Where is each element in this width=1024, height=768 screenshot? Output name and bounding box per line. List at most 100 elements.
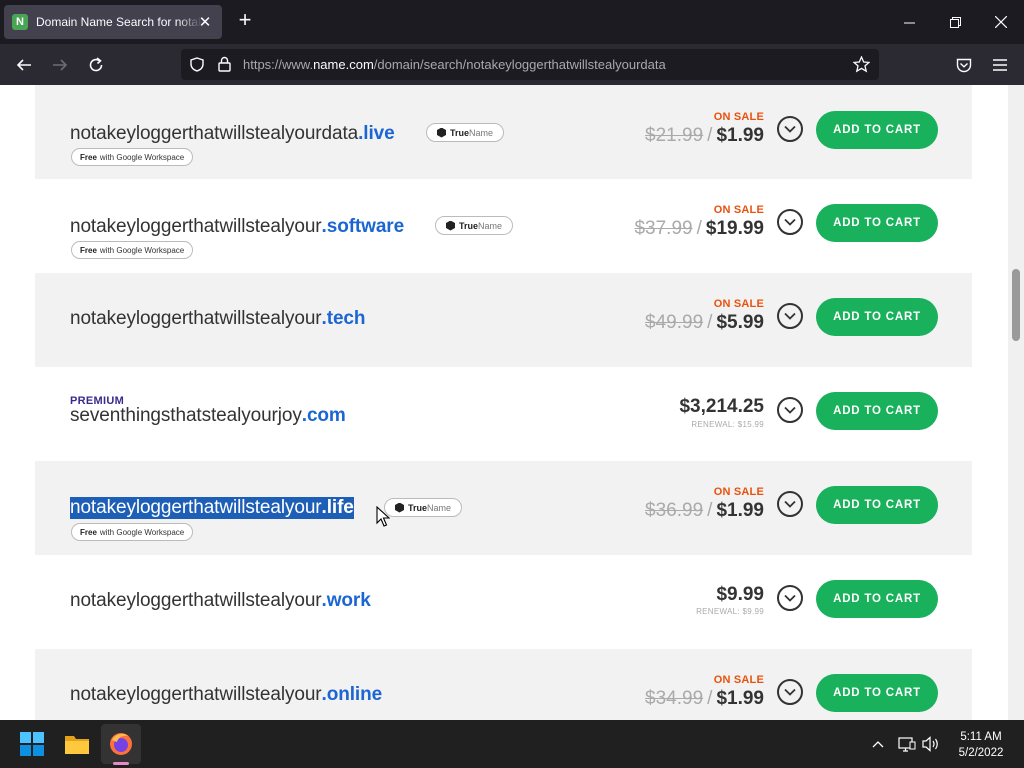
truename-label-strong: True xyxy=(450,127,470,138)
original-price: $36.99 xyxy=(645,500,704,521)
pocket-icon xyxy=(956,58,972,72)
original-price: $37.99 xyxy=(634,218,693,239)
scrollbar-thumb[interactable] xyxy=(1012,269,1020,341)
domain-name[interactable]: seventhingsthatstealyourjoy.com xyxy=(70,405,346,427)
truename-label-rest: Name xyxy=(427,502,452,513)
active-tab[interactable]: N Domain Name Search for notakeyloggerth… xyxy=(4,5,222,39)
network-button[interactable] xyxy=(895,724,919,764)
firefox-taskbar-button[interactable] xyxy=(101,724,141,765)
name-com-favicon-icon: N xyxy=(12,14,28,30)
chevron-down-icon xyxy=(784,312,796,320)
domain-result-row: notakeyloggerthatwillstealyour.tech ON S… xyxy=(35,273,972,367)
arrow-right-icon xyxy=(53,59,68,71)
domain-name[interactable]: notakeyloggerthatwillstealyour.online xyxy=(70,684,382,706)
mouse-pointer-icon xyxy=(376,506,390,527)
sale-price: $19.99 xyxy=(705,218,764,239)
price: $34.99/$1.99 xyxy=(645,688,764,709)
start-button[interactable] xyxy=(12,724,52,764)
renewal-price: RENEWAL: $9.99 xyxy=(696,607,764,616)
domain-tld: .live xyxy=(358,123,395,144)
restore-button[interactable] xyxy=(932,0,978,44)
price: $3,214.25 xyxy=(679,396,764,418)
domain-name[interactable]: notakeyloggerthatwillstealyour.tech xyxy=(70,308,366,330)
reload-icon xyxy=(89,57,103,72)
add-to-cart-button[interactable]: ADD TO CART xyxy=(816,298,938,336)
url-text[interactable]: https://www.name.com/domain/search/notak… xyxy=(243,57,666,72)
workspace-label: with Google Workspace xyxy=(99,527,185,537)
back-button[interactable] xyxy=(9,50,39,80)
expand-details-button[interactable] xyxy=(777,303,803,329)
sale-price: $5.99 xyxy=(716,312,764,333)
google-workspace-badge[interactable]: Free with Google Workspace xyxy=(71,523,194,541)
domain-name[interactable]: notakeyloggerthatwillstealyour.work xyxy=(70,590,371,612)
add-to-cart-button[interactable]: ADD TO CART xyxy=(816,111,938,149)
workspace-free-label: Free xyxy=(80,245,97,255)
price: $36.99/$1.99 xyxy=(645,500,764,521)
on-sale-label: ON SALE xyxy=(713,486,764,498)
expand-details-button[interactable] xyxy=(777,679,803,705)
price: $37.99/$19.99 xyxy=(634,218,764,239)
price: $21.99/$1.99 xyxy=(645,125,764,146)
add-to-cart-button[interactable]: ADD TO CART xyxy=(816,204,938,242)
expand-details-button[interactable] xyxy=(777,397,803,423)
google-workspace-badge[interactable]: Free with Google Workspace xyxy=(71,148,194,166)
domain-name[interactable]: notakeyloggerthatwillstealyour.software xyxy=(70,216,404,238)
domain-sld: notakeyloggerthatwillstealyour xyxy=(70,216,322,237)
add-to-cart-button[interactable]: ADD TO CART xyxy=(816,392,938,430)
add-to-cart-button[interactable]: ADD TO CART xyxy=(816,486,938,524)
chevron-up-icon xyxy=(872,741,884,748)
expand-details-button[interactable] xyxy=(777,116,803,142)
close-tab-icon[interactable]: ✕ xyxy=(196,13,214,31)
truename-badge[interactable]: True Name xyxy=(384,498,463,517)
regular-price: $9.99 xyxy=(716,584,764,605)
chevron-down-icon xyxy=(784,688,796,696)
reload-button[interactable] xyxy=(81,50,111,80)
truename-badge[interactable]: True Name xyxy=(435,216,514,235)
pocket-button[interactable] xyxy=(949,50,979,80)
clock-date: 5/2/2022 xyxy=(958,747,1004,759)
tab-strip: N Domain Name Search for notakeyloggerth… xyxy=(0,0,1024,44)
domain-tld: .work xyxy=(321,590,371,611)
network-icon xyxy=(898,737,916,752)
domain-sld: notakeyloggerthatwillstealyour xyxy=(70,684,322,705)
firefox-icon xyxy=(110,733,132,755)
domain-tld: .tech xyxy=(321,308,366,329)
domain-name-selected[interactable]: notakeyloggerthatwillstealyour.life xyxy=(70,497,354,519)
add-to-cart-button[interactable]: ADD TO CART xyxy=(816,580,938,618)
domain-tld: .com xyxy=(301,405,346,426)
hamburger-menu-icon xyxy=(993,59,1007,71)
domain-result-row: notakeyloggerthatwillstealyour.life True… xyxy=(35,461,972,555)
domain-tld: .software xyxy=(321,216,405,237)
system-clock[interactable]: 5:11 AM 5/2/2022 xyxy=(948,729,1014,761)
truename-label-rest: Name xyxy=(469,127,494,138)
minimize-button[interactable] xyxy=(886,0,932,44)
forward-button[interactable] xyxy=(45,50,75,80)
vertical-scrollbar[interactable] xyxy=(1008,85,1024,720)
truename-badge[interactable]: True Name xyxy=(426,123,505,142)
new-tab-button[interactable]: + xyxy=(233,9,257,33)
close-window-button[interactable] xyxy=(978,0,1024,44)
workspace-label: with Google Workspace xyxy=(99,152,185,162)
volume-button[interactable] xyxy=(919,724,943,764)
lock-icon[interactable] xyxy=(218,56,231,72)
chevron-down-icon xyxy=(784,125,796,133)
sale-price: $1.99 xyxy=(716,500,764,521)
domain-result-row: notakeyloggerthatwillstealyourdata.live … xyxy=(35,85,972,179)
menu-button[interactable] xyxy=(985,50,1015,80)
tab-title: Domain Name Search for notakeyloggerthat… xyxy=(36,15,202,29)
bookmark-star-icon[interactable] xyxy=(853,56,870,73)
domain-name[interactable]: notakeyloggerthatwillstealyourdata.live xyxy=(70,123,395,145)
expand-details-button[interactable] xyxy=(777,209,803,235)
google-workspace-badge[interactable]: Free with Google Workspace xyxy=(71,241,194,259)
page-content: notakeyloggerthatwillstealyourdata.live … xyxy=(0,85,1008,720)
add-to-cart-button[interactable]: ADD TO CART xyxy=(816,674,938,712)
domain-sld: notakeyloggerthatwillstealyourdata xyxy=(70,123,359,144)
address-bar[interactable]: https://www.name.com/domain/search/notak… xyxy=(181,49,879,80)
show-hidden-icons-button[interactable] xyxy=(866,724,890,764)
clock-time: 5:11 AM xyxy=(960,731,1002,743)
file-explorer-button[interactable] xyxy=(57,724,97,764)
shield-icon[interactable] xyxy=(190,57,204,72)
original-price: $49.99 xyxy=(645,312,704,333)
expand-details-button[interactable] xyxy=(777,491,803,517)
expand-details-button[interactable] xyxy=(777,585,803,611)
